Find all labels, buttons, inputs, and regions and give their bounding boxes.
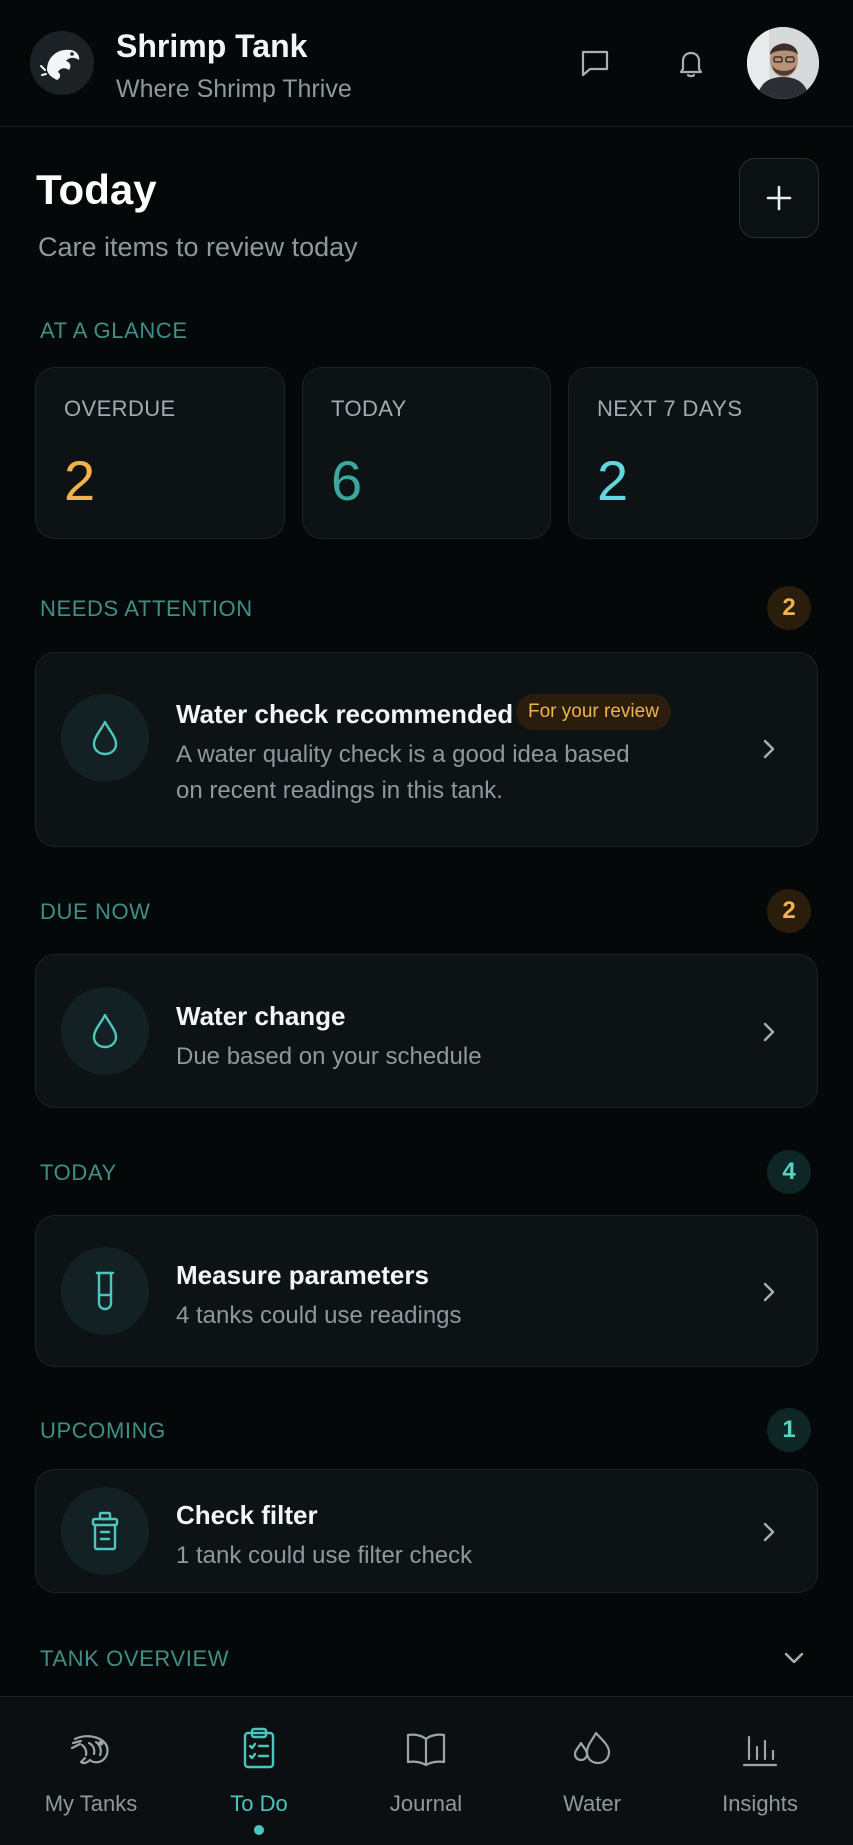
task-description: A water quality check is a good idea bas… (176, 737, 630, 809)
shrimp-icon (70, 1735, 109, 1765)
task-card-water-check[interactable]: Water check recommended A water quality … (35, 652, 818, 847)
app-subtitle: Where Shrimp Thrive (116, 75, 352, 103)
task-icon-container (61, 1487, 149, 1575)
chevron-right-icon (763, 1022, 775, 1042)
chevron-right-icon (763, 1282, 775, 1302)
stat-label: OVERDUE (64, 396, 176, 421)
section-label-upcoming: UPCOMING (40, 1418, 166, 1443)
task-icon-container (61, 1247, 149, 1335)
task-card-check-filter[interactable]: Check filter 1 tank could use filter che… (35, 1469, 818, 1593)
nav-item-water[interactable]: Water (507, 1697, 677, 1845)
nav-icon-container (738, 1727, 782, 1771)
task-card-water-change[interactable]: Water change Due based on your schedule (35, 954, 818, 1108)
active-indicator-dot (254, 1825, 264, 1835)
task-description: 4 tanks could use readings (176, 1302, 462, 1329)
nav-icon-container (404, 1727, 448, 1771)
page-title: Today (36, 166, 157, 213)
messages-button[interactable] (576, 44, 614, 82)
stat-card-overdue[interactable]: OVERDUE 2 (35, 367, 285, 539)
task-icon-container (61, 987, 149, 1075)
bar-chart-icon (742, 1735, 778, 1767)
plus-icon (766, 185, 792, 211)
nav-icon-container (570, 1727, 614, 1771)
user-avatar[interactable] (747, 27, 819, 99)
stat-value: 2 (64, 449, 96, 512)
review-status-pill: For your review (516, 694, 671, 730)
nav-label: Insights (722, 1791, 798, 1816)
profile-photo-icon (747, 27, 819, 99)
nav-icon-container (69, 1727, 113, 1771)
book-icon (406, 1733, 446, 1767)
app-logo[interactable] (30, 31, 94, 95)
test-tube-icon (95, 1271, 115, 1311)
nav-item-my-tanks[interactable]: My Tanks (6, 1697, 176, 1845)
chevron-down-icon[interactable] (782, 1646, 806, 1670)
stat-card-next-7-days[interactable]: NEXT 7 DAYS 2 (568, 367, 818, 539)
bell-icon (679, 51, 703, 78)
water-drop-icon (92, 1013, 118, 1049)
chevron-right-icon (763, 1522, 775, 1542)
nav-label: My Tanks (44, 1791, 138, 1816)
task-title: Water check recommended (176, 699, 514, 729)
section-label-needs-attention: NEEDS ATTENTION (40, 596, 253, 621)
filter-icon (91, 1511, 119, 1551)
task-description: 1 tank could use filter check (176, 1542, 473, 1569)
shrimp-logo-icon (40, 49, 80, 80)
section-label-today: TODAY (40, 1160, 117, 1185)
app-title: Shrimp Tank (116, 28, 308, 64)
water-drops-icon (573, 1731, 611, 1765)
app-header: Shrimp Tank Where Shrimp Thrive (0, 0, 853, 127)
stat-label: TODAY (331, 396, 407, 421)
task-card-measure-parameters[interactable]: Measure parameters 4 tanks could use rea… (35, 1215, 818, 1367)
chat-bubble-icon (581, 50, 609, 77)
add-button[interactable] (739, 158, 819, 238)
page-subtitle: Care items to review today (38, 232, 358, 262)
count-badge: 2 (767, 889, 811, 933)
task-description-line-2: on recent readings in this tank. (176, 777, 503, 804)
task-description-line-1: A water quality check is a good idea bas… (176, 741, 630, 768)
nav-icon-container (237, 1727, 281, 1771)
nav-label: Journal (389, 1791, 463, 1816)
chevron-right-icon (763, 739, 775, 759)
nav-label: To Do (230, 1791, 288, 1816)
nav-item-to-do[interactable]: To Do (174, 1697, 344, 1845)
section-label-at-a-glance: AT A GLANCE (40, 318, 188, 343)
section-label-tank-overview[interactable]: TANK OVERVIEW (40, 1646, 229, 1672)
clipboard-icon (243, 1727, 275, 1769)
task-title: Check filter (176, 1500, 318, 1530)
water-drop-icon (92, 720, 118, 756)
nav-label: Water (563, 1791, 621, 1816)
count-badge: 1 (767, 1408, 811, 1452)
stat-label: NEXT 7 DAYS (597, 396, 743, 421)
nav-item-journal[interactable]: Journal (341, 1697, 511, 1845)
task-title: Measure parameters (176, 1260, 429, 1290)
count-badge: 4 (767, 1150, 811, 1194)
bottom-navigation: My Tanks To Do Journal Water Insights (0, 1696, 853, 1845)
count-badge: 2 (767, 586, 811, 630)
task-description: Due based on your schedule (176, 1043, 482, 1070)
nav-item-insights[interactable]: Insights (675, 1697, 845, 1845)
stat-card-today[interactable]: TODAY 6 (302, 367, 551, 539)
section-label-due-now: DUE NOW (40, 899, 151, 924)
notifications-button[interactable] (672, 44, 710, 82)
stat-value: 6 (331, 449, 363, 512)
task-icon-container (61, 694, 149, 782)
task-title: Water change (176, 1001, 346, 1031)
stat-value: 2 (597, 449, 629, 512)
